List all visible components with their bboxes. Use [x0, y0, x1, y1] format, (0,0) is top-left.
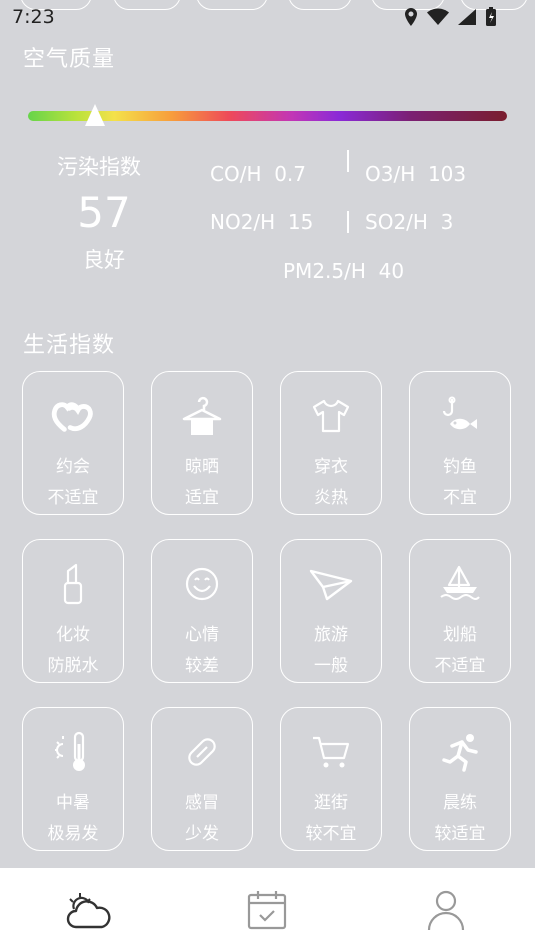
pollution-level: 良好 [83, 248, 125, 272]
pollution-index-value: 57 [77, 188, 131, 237]
life-item-name: 感冒 [185, 793, 219, 813]
pollutant-co: CO/H 0.7 [210, 162, 307, 186]
life-card-makeup[interactable]: 化妆 防脱水 [22, 539, 124, 683]
air-quality-marker [85, 104, 106, 126]
life-card-cold[interactable]: 感冒 少发 [151, 707, 253, 851]
pollution-index-label: 污染指数 [57, 155, 141, 179]
nav-calendar-tab[interactable] [237, 880, 297, 940]
life-item-value: 较不宜 [305, 824, 357, 844]
bottom-nav [0, 868, 535, 951]
life-item-value: 较适宜 [434, 824, 486, 844]
user-icon [427, 890, 464, 930]
life-item-name: 旅游 [314, 625, 348, 645]
divider [347, 211, 349, 233]
hearts-icon [51, 394, 95, 438]
life-card-fishing[interactable]: 钓鱼 不宜 [409, 371, 511, 515]
divider [347, 150, 349, 172]
boat-icon [438, 562, 482, 606]
nav-weather-tab[interactable] [59, 880, 119, 940]
life-item-value: 极易发 [47, 824, 99, 844]
status-bar: 7:23 [0, 0, 535, 36]
thermometer-sun-icon [51, 730, 95, 774]
location-icon [405, 8, 417, 26]
air-quality-title: 空气质量 [23, 47, 116, 72]
pollutant-so2: SO2/H 3 [365, 210, 454, 234]
life-card-mood[interactable]: 心情 较差 [151, 539, 253, 683]
top-chip [288, 0, 352, 10]
life-item-name: 钓鱼 [443, 457, 477, 477]
life-card-clothing[interactable]: 穿衣 炎热 [280, 371, 382, 515]
pill-icon [180, 730, 224, 774]
life-item-name: 晾晒 [185, 457, 219, 477]
pollutant-pm25: PM2.5/H 40 [283, 259, 405, 283]
life-card-boating[interactable]: 划船 不适宜 [409, 539, 511, 683]
life-item-value: 不适宜 [434, 656, 486, 676]
life-card-shopping[interactable]: 逛街 较不宜 [280, 707, 382, 851]
life-item-name: 逛街 [314, 793, 348, 813]
paper-plane-icon [309, 562, 353, 606]
life-index-title: 生活指数 [23, 333, 116, 358]
life-item-name: 心情 [185, 625, 219, 645]
nav-profile-tab[interactable] [416, 880, 476, 940]
battery-icon [486, 7, 496, 26]
life-item-value: 炎热 [314, 488, 348, 508]
runner-icon [438, 730, 482, 774]
signal-icon [458, 9, 476, 25]
status-time: 7:23 [12, 6, 55, 28]
life-card-travel[interactable]: 旅游 一般 [280, 539, 382, 683]
life-item-value: 防脱水 [47, 656, 99, 676]
hanger-icon [180, 394, 224, 438]
cart-icon [309, 730, 353, 774]
life-item-value: 适宜 [185, 488, 219, 508]
calendar-check-icon [248, 890, 287, 929]
weather-cloud-icon [67, 892, 111, 928]
top-chip [196, 0, 268, 10]
status-icons [403, 7, 497, 27]
life-item-name: 化妆 [56, 625, 90, 645]
smile-icon [180, 562, 224, 606]
life-item-name: 中暑 [56, 793, 90, 813]
life-item-value: 较差 [185, 656, 219, 676]
fishing-icon [438, 394, 482, 438]
life-item-value: 不宜 [443, 488, 477, 508]
life-item-value: 不适宜 [47, 488, 99, 508]
life-card-dating[interactable]: 约会 不适宜 [22, 371, 124, 515]
wifi-icon [427, 8, 449, 25]
top-chip [113, 0, 181, 10]
lipstick-icon [51, 562, 95, 606]
life-card-heatstroke[interactable]: 中暑 极易发 [22, 707, 124, 851]
life-item-name: 划船 [443, 625, 477, 645]
pollutant-no2: NO2/H 15 [210, 210, 314, 234]
life-card-exercise[interactable]: 晨练 较适宜 [409, 707, 511, 851]
life-card-drying[interactable]: 晾晒 适宜 [151, 371, 253, 515]
life-item-value: 少发 [185, 824, 219, 844]
life-item-name: 穿衣 [314, 457, 348, 477]
life-item-name: 晨练 [443, 793, 477, 813]
life-item-name: 约会 [56, 457, 90, 477]
shirt-icon [309, 394, 353, 438]
life-item-value: 一般 [314, 656, 348, 676]
pollutant-o3: O3/H 103 [365, 162, 467, 186]
